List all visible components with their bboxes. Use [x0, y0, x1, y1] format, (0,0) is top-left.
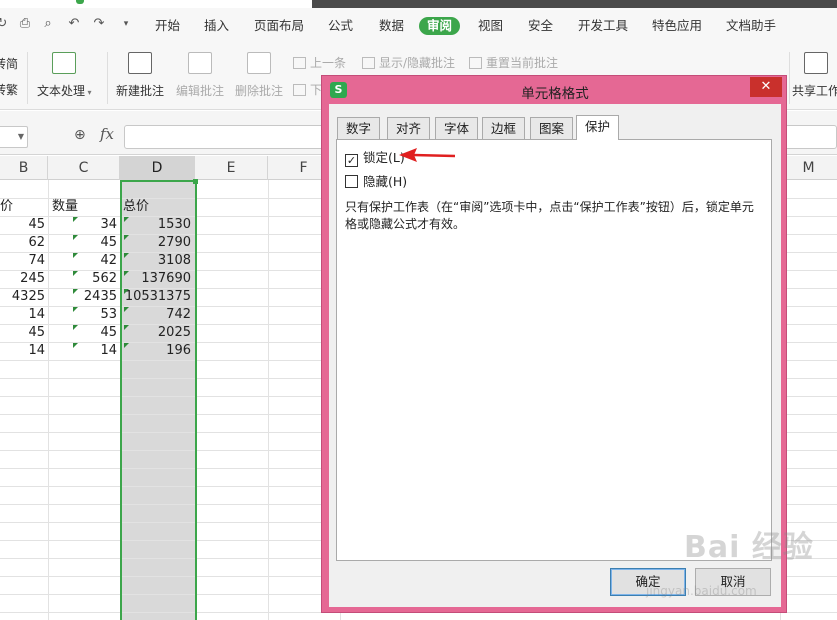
table-cell[interactable]: 45: [51, 324, 117, 342]
menu-view[interactable]: 视图: [478, 17, 503, 35]
column-header-m[interactable]: M: [780, 156, 837, 180]
new-comment-button[interactable]: 新建批注: [116, 52, 164, 99]
edit-comment-button[interactable]: 编辑批注: [176, 52, 224, 99]
zoom-search-icon[interactable]: ⊕: [74, 127, 86, 143]
dropdown-icon[interactable]: ▾: [118, 17, 134, 31]
number-as-text-indicator-icon: [73, 289, 78, 294]
watermark-brand: Bai 经验: [684, 530, 814, 565]
table-cell[interactable]: 2435: [51, 288, 117, 306]
table-cell[interactable]: 45: [0, 324, 45, 342]
share-work-button[interactable]: 共享工作: [792, 52, 837, 99]
delete-comment-icon: [247, 52, 271, 74]
tab-border[interactable]: 边框: [482, 117, 526, 139]
menu-special[interactable]: 特色应用: [652, 17, 702, 35]
number-as-text-indicator-icon: [73, 217, 78, 222]
fx-icon[interactable]: fx: [100, 125, 114, 143]
locked-checkbox[interactable]: ✓: [345, 154, 358, 167]
number-as-text-indicator-icon: [73, 325, 78, 330]
table-cell[interactable]: 53: [51, 306, 117, 324]
tab-number[interactable]: 数字: [337, 117, 381, 139]
menu-formula[interactable]: 公式: [328, 17, 353, 35]
number-as-text-indicator-icon: [73, 307, 78, 312]
prev-comment-button[interactable]: 上一条: [293, 55, 346, 71]
table-cell[interactable]: 14: [0, 306, 45, 324]
simplified-to-traditional[interactable]: 转繁: [0, 82, 18, 98]
delete-comment-button[interactable]: 删除批注: [235, 52, 283, 99]
menu-doc-assistant[interactable]: 文档助手: [726, 17, 776, 35]
protection-description: 只有保护工作表（在“审阅”选项卡中，点击“保护工作表”按钮）后，锁定单元格或隐藏…: [345, 200, 754, 231]
name-box[interactable]: ▼: [0, 126, 28, 148]
traditional-to-simplified[interactable]: 转简: [0, 56, 18, 72]
column-header-c[interactable]: C: [48, 156, 120, 180]
baidu-watermark: Bai 经验 jingyan.baidu.com: [644, 520, 837, 620]
dialog-title-bar[interactable]: S 单元格格式 ✕: [322, 76, 788, 104]
print-icon[interactable]: ⎙: [17, 17, 33, 31]
menu-bar: ↻ ⎙ ⌕ ↶ ↷ ▾ 开始 插入 页面布局 公式 数据 审阅 视图 安全 开发…: [0, 0, 837, 46]
menu-insert[interactable]: 插入: [204, 17, 229, 35]
reset-comment-button[interactable]: 重置当前批注: [469, 55, 558, 71]
tab-alignment[interactable]: 对齐: [387, 117, 431, 139]
watermark-url: jingyan.baidu.com: [646, 584, 757, 598]
close-icon[interactable]: ✕: [750, 77, 782, 97]
table-cell[interactable]: 45: [51, 234, 117, 252]
redo-arrow-icon[interactable]: ↷: [91, 17, 107, 31]
chevron-down-icon: ▼: [17, 132, 24, 141]
title-strip: [312, 0, 837, 8]
locked-checkbox-row[interactable]: ✓ 锁定(L): [345, 151, 405, 167]
column-header-e[interactable]: E: [195, 156, 268, 180]
reset-comment-icon: [469, 57, 482, 69]
edit-comment-icon: [188, 52, 212, 74]
show-hide-comment-icon: [362, 57, 375, 69]
active-doc-indicator: [76, 0, 84, 4]
next-comment-icon: [293, 84, 306, 96]
menu-review[interactable]: 审阅: [419, 17, 461, 35]
table-cell[interactable]: 562: [51, 270, 117, 288]
menu-developer[interactable]: 开发工具: [578, 17, 628, 35]
table-cell[interactable]: 14: [51, 342, 117, 360]
table-cell[interactable]: 34: [51, 216, 117, 234]
menu-data[interactable]: 数据: [379, 17, 404, 35]
annotation-arrow-icon: [399, 148, 456, 162]
table-cell[interactable]: 45: [0, 216, 45, 234]
tab-protection[interactable]: 保护: [576, 115, 620, 140]
redo-icon[interactable]: ↻: [0, 17, 10, 31]
number-as-text-indicator-icon: [73, 235, 78, 240]
dialog-title: 单元格格式: [521, 86, 589, 102]
number-as-text-indicator-icon: [73, 253, 78, 258]
window-top-strip: [0, 0, 837, 8]
fill-handle[interactable]: [193, 179, 198, 184]
share-work-icon: [804, 52, 828, 74]
menu-security[interactable]: 安全: [528, 17, 553, 35]
header-cell-price[interactable]: 价: [0, 198, 13, 216]
number-as-text-indicator-icon: [73, 271, 78, 276]
next-comment-button[interactable]: 下: [293, 82, 322, 98]
table-cell[interactable]: 74: [0, 252, 45, 270]
table-cell[interactable]: 62: [0, 234, 45, 252]
table-cell[interactable]: 42: [51, 252, 117, 270]
prev-comment-icon: [293, 57, 306, 69]
header-cell-quantity[interactable]: 数量: [52, 198, 78, 216]
column-header-b[interactable]: B: [0, 156, 48, 180]
tab-pattern[interactable]: 图案: [530, 117, 574, 139]
protection-panel: ✓ 锁定(L) 隐藏(H) 只有保护工作表（在“审阅”选项卡中，点击“保护工作表”…: [336, 139, 772, 561]
menu-home[interactable]: 开始: [155, 17, 180, 35]
column-d-selection-border: [120, 180, 197, 620]
show-hide-comment-button[interactable]: 显示/隐藏批注: [362, 55, 455, 71]
hidden-label: 隐藏(H): [363, 174, 408, 189]
new-comment-icon: [128, 52, 152, 74]
undo-icon[interactable]: ↶: [66, 17, 82, 31]
table-cell[interactable]: 14: [0, 342, 45, 360]
table-cell[interactable]: 245: [0, 270, 45, 288]
table-cell[interactable]: 4325: [0, 288, 45, 306]
column-header-d[interactable]: D: [120, 156, 195, 180]
menu-page-layout[interactable]: 页面布局: [254, 17, 304, 35]
print-preview-icon[interactable]: ⌕: [40, 17, 56, 31]
hidden-checkbox-row[interactable]: 隐藏(H): [345, 175, 407, 191]
tab-font[interactable]: 字体: [435, 117, 479, 139]
hidden-checkbox[interactable]: [345, 175, 358, 188]
text-process-icon: [52, 52, 77, 74]
number-as-text-indicator-icon: [73, 343, 78, 348]
text-process-button[interactable]: 文本处理 ▾: [37, 52, 92, 99]
